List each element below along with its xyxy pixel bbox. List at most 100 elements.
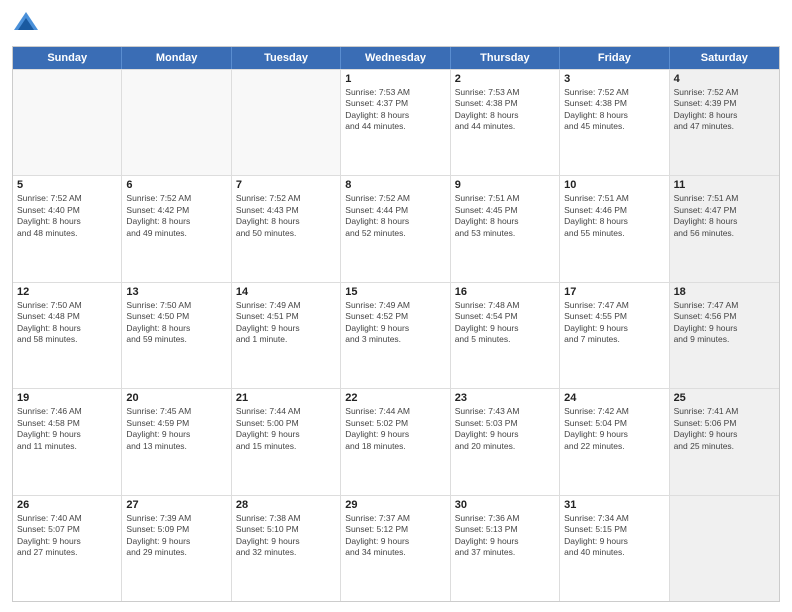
day-number: 10 <box>564 179 664 191</box>
cell-details: Sunrise: 7:44 AM Sunset: 5:00 PM Dayligh… <box>236 406 336 452</box>
table-row: 13 Sunrise: 7:50 AM Sunset: 4:50 PM Dayli… <box>122 283 231 388</box>
day-number: 24 <box>564 392 664 404</box>
table-row: 12Sunrise: 7:50 AM Sunset: 4:48 PM Dayli… <box>13 283 122 388</box>
day-number: 27 <box>126 499 226 511</box>
cell-details: Sunrise: 7:46 AM Sunset: 4:58 PM Dayligh… <box>17 406 117 452</box>
day-number: 4 <box>674 73 775 85</box>
cell-details: Sunrise: 7:48 AM Sunset: 4:54 PM Dayligh… <box>455 300 555 346</box>
cell-details: Sunrise: 7:37 AM Sunset: 5:12 PM Dayligh… <box>345 513 445 559</box>
day-number: 26 <box>17 499 117 511</box>
table-row: 6 Sunrise: 7:52 AM Sunset: 4:42 PM Daylig… <box>122 176 231 281</box>
cell-details: Sunrise: 7:49 AM Sunset: 4:51 PM Dayligh… <box>236 300 336 346</box>
calendar: SundayMondayTuesdayWednesdayThursdayFrid… <box>12 46 780 602</box>
cal-row-3: 19 Sunrise: 7:46 AM Sunset: 4:58 PM Dayli… <box>13 388 779 494</box>
day-number: 9 <box>455 179 555 191</box>
cell-details: Sunrise: 7:53 AM Sunset: 4:38 PM Dayligh… <box>455 87 555 133</box>
table-row: 3 Sunrise: 7:52 AM Sunset: 4:38 PM Daylig… <box>560 70 669 175</box>
day-number: 22 <box>345 392 445 404</box>
header <box>12 10 780 38</box>
day-number: 2 <box>455 73 555 85</box>
table-row: 29 Sunrise: 7:37 AM Sunset: 5:12 PM Dayli… <box>341 496 450 601</box>
page: SundayMondayTuesdayWednesdayThursdayFrid… <box>0 0 792 612</box>
cal-row-4: 26 Sunrise: 7:40 AM Sunset: 5:07 PM Dayli… <box>13 495 779 601</box>
cell-details: Sunrise: 7:34 AM Sunset: 5:15 PM Dayligh… <box>564 513 664 559</box>
table-row: 11 Sunrise: 7:51 AM Sunset: 4:47 PM Dayli… <box>670 176 779 281</box>
day-number: 20 <box>126 392 226 404</box>
day-number: 19 <box>17 392 117 404</box>
day-number: 1 <box>345 73 445 85</box>
cal-row-0: 1Sunrise: 7:53 AM Sunset: 4:37 PM Daylig… <box>13 69 779 175</box>
table-row: 22 Sunrise: 7:44 AM Sunset: 5:02 PM Dayli… <box>341 389 450 494</box>
cell-details: Sunrise: 7:52 AM Sunset: 4:38 PM Dayligh… <box>564 87 664 133</box>
table-row: 30 Sunrise: 7:36 AM Sunset: 5:13 PM Dayli… <box>451 496 560 601</box>
cell-details: Sunrise: 7:52 AM Sunset: 4:42 PM Dayligh… <box>126 193 226 239</box>
table-row <box>670 496 779 601</box>
header-cell-monday: Monday <box>122 47 231 69</box>
cell-details: Sunrise: 7:52 AM Sunset: 4:40 PM Dayligh… <box>17 193 117 239</box>
day-number: 25 <box>674 392 775 404</box>
day-number: 5 <box>17 179 117 191</box>
cell-details: Sunrise: 7:40 AM Sunset: 5:07 PM Dayligh… <box>17 513 117 559</box>
header-cell-sunday: Sunday <box>13 47 122 69</box>
cell-details: Sunrise: 7:41 AM Sunset: 5:06 PM Dayligh… <box>674 406 775 452</box>
header-cell-wednesday: Wednesday <box>341 47 450 69</box>
header-cell-friday: Friday <box>560 47 669 69</box>
day-number: 8 <box>345 179 445 191</box>
cell-details: Sunrise: 7:51 AM Sunset: 4:47 PM Dayligh… <box>674 193 775 239</box>
cal-row-2: 12Sunrise: 7:50 AM Sunset: 4:48 PM Dayli… <box>13 282 779 388</box>
table-row <box>13 70 122 175</box>
day-number: 16 <box>455 286 555 298</box>
table-row: 17 Sunrise: 7:47 AM Sunset: 4:55 PM Dayli… <box>560 283 669 388</box>
table-row <box>232 70 341 175</box>
table-row: 7Sunrise: 7:52 AM Sunset: 4:43 PM Daylig… <box>232 176 341 281</box>
cell-details: Sunrise: 7:52 AM Sunset: 4:44 PM Dayligh… <box>345 193 445 239</box>
table-row: 15Sunrise: 7:49 AM Sunset: 4:52 PM Dayli… <box>341 283 450 388</box>
table-row: 1Sunrise: 7:53 AM Sunset: 4:37 PM Daylig… <box>341 70 450 175</box>
table-row: 28Sunrise: 7:38 AM Sunset: 5:10 PM Dayli… <box>232 496 341 601</box>
calendar-header: SundayMondayTuesdayWednesdayThursdayFrid… <box>13 47 779 69</box>
day-number: 17 <box>564 286 664 298</box>
logo-icon <box>12 10 40 38</box>
table-row: 20 Sunrise: 7:45 AM Sunset: 4:59 PM Dayli… <box>122 389 231 494</box>
table-row: 16 Sunrise: 7:48 AM Sunset: 4:54 PM Dayli… <box>451 283 560 388</box>
table-row: 14 Sunrise: 7:49 AM Sunset: 4:51 PM Dayli… <box>232 283 341 388</box>
calendar-body: 1Sunrise: 7:53 AM Sunset: 4:37 PM Daylig… <box>13 69 779 601</box>
cell-details: Sunrise: 7:47 AM Sunset: 4:55 PM Dayligh… <box>564 300 664 346</box>
day-number: 31 <box>564 499 664 511</box>
day-number: 11 <box>674 179 775 191</box>
cell-details: Sunrise: 7:42 AM Sunset: 5:04 PM Dayligh… <box>564 406 664 452</box>
cell-details: Sunrise: 7:50 AM Sunset: 4:50 PM Dayligh… <box>126 300 226 346</box>
day-number: 30 <box>455 499 555 511</box>
day-number: 29 <box>345 499 445 511</box>
cell-details: Sunrise: 7:47 AM Sunset: 4:56 PM Dayligh… <box>674 300 775 346</box>
cal-row-1: 5 Sunrise: 7:52 AM Sunset: 4:40 PM Daylig… <box>13 175 779 281</box>
day-number: 6 <box>126 179 226 191</box>
header-cell-thursday: Thursday <box>451 47 560 69</box>
cell-details: Sunrise: 7:44 AM Sunset: 5:02 PM Dayligh… <box>345 406 445 452</box>
table-row: 18 Sunrise: 7:47 AM Sunset: 4:56 PM Dayli… <box>670 283 779 388</box>
cell-details: Sunrise: 7:49 AM Sunset: 4:52 PM Dayligh… <box>345 300 445 346</box>
logo <box>12 10 44 38</box>
day-number: 12 <box>17 286 117 298</box>
table-row <box>122 70 231 175</box>
day-number: 14 <box>236 286 336 298</box>
table-row: 31 Sunrise: 7:34 AM Sunset: 5:15 PM Dayli… <box>560 496 669 601</box>
cell-details: Sunrise: 7:51 AM Sunset: 4:46 PM Dayligh… <box>564 193 664 239</box>
table-row: 9 Sunrise: 7:51 AM Sunset: 4:45 PM Daylig… <box>451 176 560 281</box>
cell-details: Sunrise: 7:45 AM Sunset: 4:59 PM Dayligh… <box>126 406 226 452</box>
table-row: 4Sunrise: 7:52 AM Sunset: 4:39 PM Daylig… <box>670 70 779 175</box>
cell-details: Sunrise: 7:36 AM Sunset: 5:13 PM Dayligh… <box>455 513 555 559</box>
cell-details: Sunrise: 7:51 AM Sunset: 4:45 PM Dayligh… <box>455 193 555 239</box>
day-number: 3 <box>564 73 664 85</box>
cell-details: Sunrise: 7:52 AM Sunset: 4:43 PM Dayligh… <box>236 193 336 239</box>
table-row: 10 Sunrise: 7:51 AM Sunset: 4:46 PM Dayli… <box>560 176 669 281</box>
header-cell-saturday: Saturday <box>670 47 779 69</box>
table-row: 2 Sunrise: 7:53 AM Sunset: 4:38 PM Daylig… <box>451 70 560 175</box>
day-number: 23 <box>455 392 555 404</box>
day-number: 13 <box>126 286 226 298</box>
day-number: 18 <box>674 286 775 298</box>
header-cell-tuesday: Tuesday <box>232 47 341 69</box>
table-row: 26 Sunrise: 7:40 AM Sunset: 5:07 PM Dayli… <box>13 496 122 601</box>
cell-details: Sunrise: 7:43 AM Sunset: 5:03 PM Dayligh… <box>455 406 555 452</box>
day-number: 21 <box>236 392 336 404</box>
